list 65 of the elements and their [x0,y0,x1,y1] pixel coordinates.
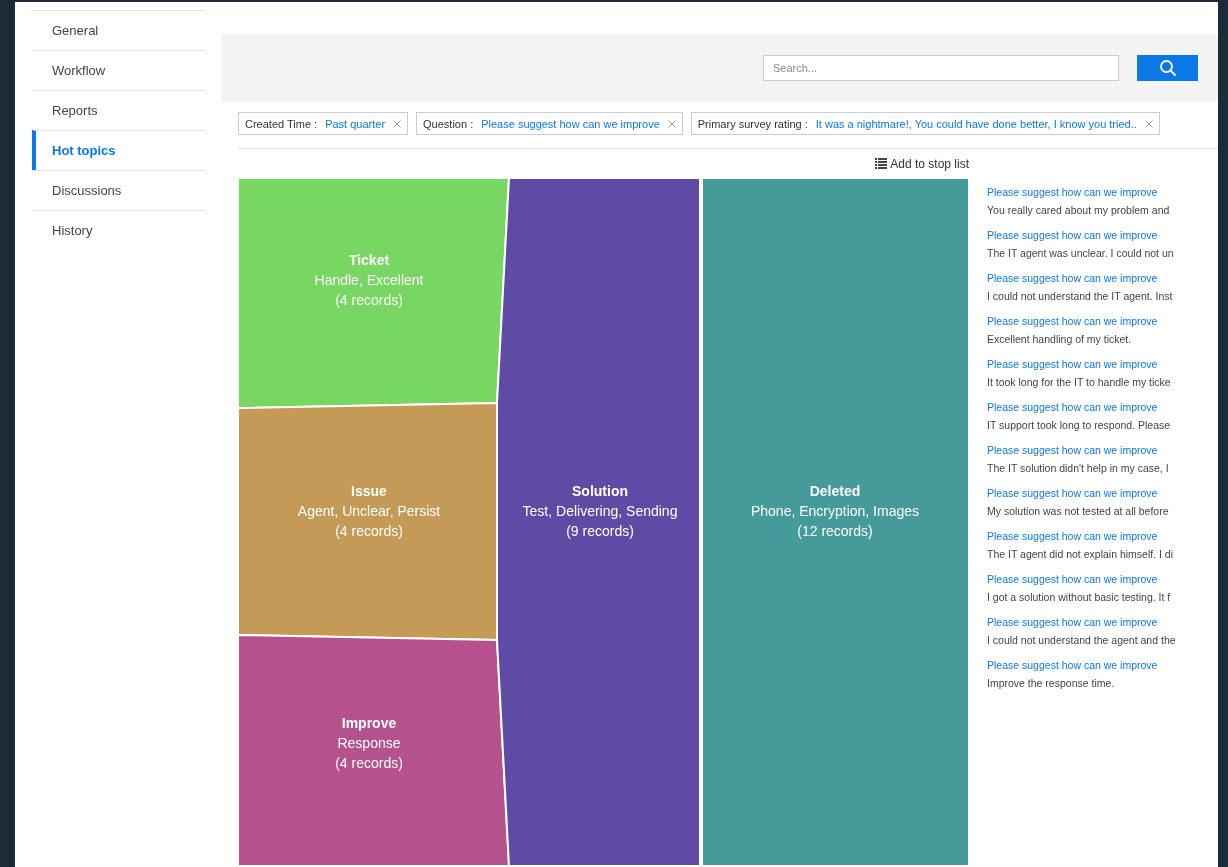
comment-text: Improve the response time. [987,677,1116,689]
topic-block[interactable] [496,178,701,866]
filter-value: Please suggest how can we improve [481,117,660,130]
topic-block[interactable] [238,634,511,866]
comment-text: My solution was not tested at all before [987,505,1170,517]
sidebar-item[interactable]: Reports [32,90,205,130]
topic-keywords: Response [337,735,401,751]
add-to-stop-list-button[interactable]: Add to stop list [875,156,969,171]
question-link[interactable]: Please suggest how can we improve [987,573,1217,585]
topic-title: Ticket [348,252,390,268]
comment-text: The IT agent was unclear. I could not un [987,247,1175,259]
topic-records: (4 records) [335,523,403,539]
filter-value: It was a nightmare!, You could have done better, I know you tried.. [815,117,1137,130]
filter-label: Primary survey rating : [697,117,808,130]
topic-keywords: Agent, Unclear, Persist [297,503,441,519]
comment-text: You really cared about my problem and [987,204,1171,216]
topic-keywords: Handle, Excellent [314,272,424,288]
close-icon[interactable] [1144,119,1153,128]
question-link[interactable]: Please suggest how can we improve [987,659,1217,671]
sidebar-item[interactable]: General [32,10,205,50]
question-link[interactable]: Please suggest how can we improve [987,358,1217,370]
topic-title: Improve [341,715,397,731]
question-link[interactable]: Please suggest how can we improve [987,530,1217,542]
comment-text: I got a solution without basic testing. It f [987,591,1172,603]
search-icon [1158,59,1177,77]
topic-block[interactable] [238,178,511,409]
comment-text: I could not understand the IT agent. Inst [987,290,1174,302]
comment-text: Excellent handling of my ticket. [987,333,1133,345]
question-link[interactable]: Please suggest how can we improve [987,186,1217,198]
filter-chip[interactable]: Question : Please suggest how can we improve [416,112,683,135]
question-link[interactable]: Please suggest how can we improve [987,616,1217,628]
question-link[interactable]: Please suggest how can we improve [987,272,1217,284]
topic-records: (12 records) [797,523,873,539]
filter-label: Created Time : [245,117,318,130]
close-icon[interactable] [393,119,402,128]
topic-records: (4 records) [335,292,403,308]
question-link[interactable]: Please suggest how can we improve [987,487,1217,499]
comment-text: IT support took long to respond. Please [987,419,1172,431]
search-button[interactable] [1137,55,1198,81]
question-link[interactable]: Please suggest how can we improve [987,401,1217,413]
sidebar-item[interactable]: Hot topics [32,130,205,170]
question-link[interactable]: Please suggest how can we improve [987,315,1217,327]
topic-title: Deleted [809,483,861,499]
list-icon [875,158,888,169]
comment-text: The IT solution didn't help in my case, I [987,462,1170,474]
topic-records: (4 records) [335,755,403,771]
comment-text: The IT agent did not explain himself. I di [987,548,1174,560]
comment-text: I could not understand the agent and the [987,634,1177,646]
filter-label: Question : [423,117,474,130]
close-icon[interactable] [667,119,676,128]
filter-chip[interactable]: Created Time : Past quarter [238,112,409,135]
topic-keywords: Test, Delivering, Sending [522,503,678,519]
filter-chip[interactable]: Primary survey rating : It was a nightmare!, You could have done better, I know you tried.. [690,112,1160,135]
topic-keywords: Phone, Encryption, Images [750,503,920,519]
sidebar-item[interactable]: Discussions [32,170,205,210]
search-field[interactable]: Search... [763,55,1119,81]
question-link[interactable]: Please suggest how can we improve [987,229,1217,241]
sidebar-item[interactable]: Workflow [32,50,205,90]
comment-text: It took long for the IT to handle my ticke [987,376,1172,388]
topic-records: (9 records) [566,523,634,539]
topic-title: Issue [351,483,387,499]
question-link[interactable]: Please suggest how can we improve [987,444,1217,456]
topic-title: Solution [572,483,628,499]
filter-value: Past quarter [325,117,386,130]
sidebar-item[interactable]: History [32,210,205,250]
